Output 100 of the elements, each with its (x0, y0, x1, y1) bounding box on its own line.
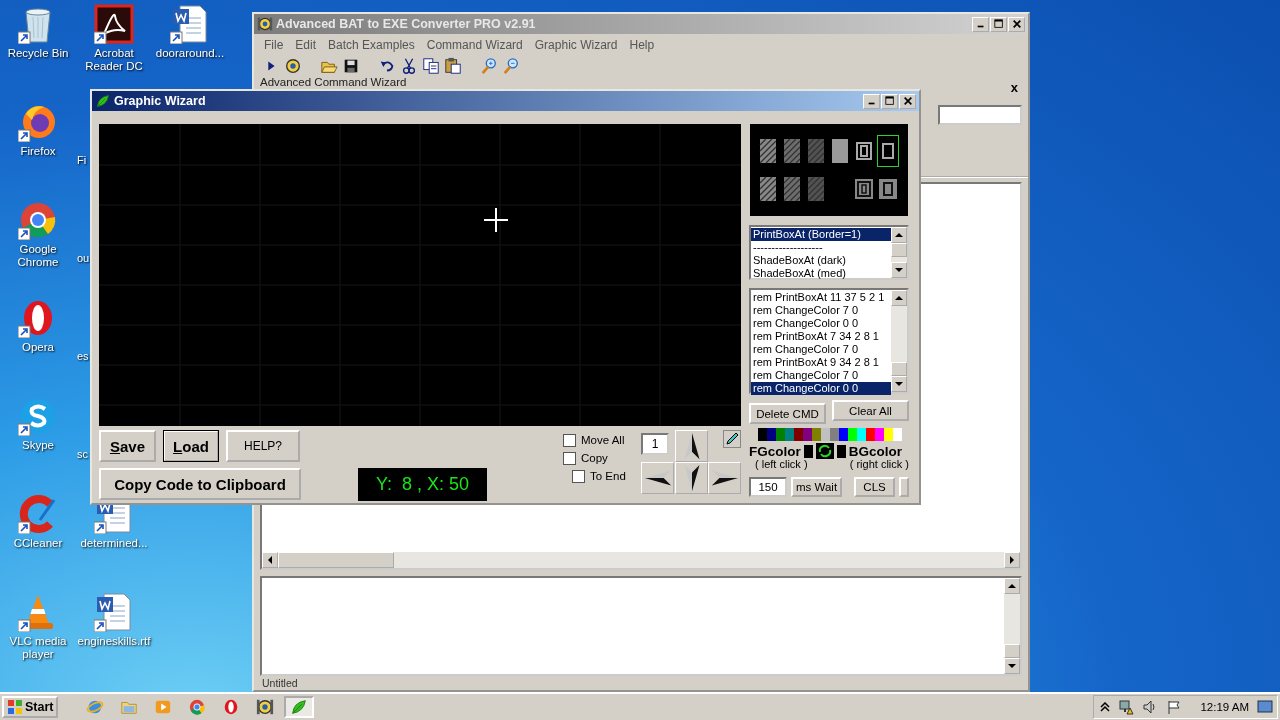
color-swatch[interactable] (758, 428, 767, 441)
scrollbar[interactable] (262, 552, 1020, 568)
maximize-button[interactable] (881, 93, 898, 109)
menu-item[interactable]: File (258, 38, 290, 52)
color-swatch[interactable] (803, 428, 812, 441)
output-box[interactable] (260, 576, 1022, 676)
color-swatch[interactable] (893, 428, 902, 441)
menu-item[interactable]: Edit (289, 38, 323, 52)
wait-field[interactable]: 150 (749, 477, 787, 497)
list-item[interactable]: rem PrintBoxAt 9 34 2 8 1 (751, 356, 891, 369)
help-button[interactable]: HELP? (226, 430, 300, 462)
box-style-icon[interactable] (758, 174, 778, 204)
up-arrow-icon[interactable] (1008, 584, 1016, 588)
close-button[interactable]: x (1010, 80, 1018, 95)
up-arrow-icon[interactable] (895, 233, 903, 237)
menu-item[interactable]: Command Wizard (420, 38, 529, 52)
clock[interactable]: 12:19 AM (1200, 701, 1249, 713)
scrollbar[interactable] (891, 290, 907, 392)
icon-label[interactable]: Firefox (20, 145, 56, 158)
color-swatch[interactable] (767, 428, 776, 441)
list-item[interactable]: PrintBoxAt (Border=1) (751, 228, 891, 241)
up-arrow-icon[interactable] (895, 296, 903, 300)
paste-icon[interactable] (444, 57, 462, 75)
command-list[interactable]: rem PrintBoxAt 11 37 5 2 1 rem ChangeColor 7 0 rem ChangeColor 0 0 rem PrintBoxAt 7 34 2 8 1 rem ChangeColor 7 0 rem PrintBoxAt 9 34 2 8 1 rem ChangeColor 7 0 rem ChangeColor 0 0 (749, 288, 909, 394)
scroll-thumb[interactable] (891, 243, 907, 257)
color-swatch[interactable] (875, 428, 884, 441)
color-swatch[interactable] (866, 428, 875, 441)
menu-item[interactable]: Help (623, 38, 661, 52)
network-icon[interactable] (1118, 699, 1135, 715)
save-button[interactable]: Save (99, 430, 156, 462)
list-item[interactable]: rem ChangeColor 7 0 (751, 343, 891, 356)
pencil-icon[interactable] (723, 430, 741, 448)
scroll-thumb[interactable] (278, 552, 394, 568)
minimize-button[interactable] (863, 93, 880, 109)
icon-label[interactable]: ou (77, 252, 90, 265)
zoom-out-icon[interactable] (502, 57, 520, 75)
list-item[interactable]: rem ChangeColor 7 0 (751, 369, 891, 382)
right-arrow-icon[interactable] (1010, 556, 1014, 564)
scissors-icon[interactable] (400, 57, 418, 75)
box-style-icon[interactable] (830, 136, 850, 166)
down-arrow-icon[interactable] (1008, 664, 1016, 668)
checkbox[interactable] (563, 433, 576, 447)
list-item[interactable]: ShadeBoxAt (med) (751, 267, 891, 280)
icon-label[interactable]: dooraround... (155, 47, 225, 60)
list-item[interactable]: ShadeBoxAt (dark) (751, 254, 891, 267)
menu-item[interactable]: Batch Examples (322, 38, 421, 52)
list-item[interactable]: rem PrintBoxAt 11 37 5 2 1 (751, 291, 891, 304)
icon-label[interactable]: Fi (77, 154, 87, 167)
list-item[interactable]: rem ChangeColor 0 0 (751, 382, 891, 395)
swap-icon[interactable] (815, 443, 834, 459)
copy-icon[interactable] (422, 57, 440, 75)
save-icon[interactable] (342, 57, 360, 75)
color-swatch[interactable] (785, 428, 794, 441)
box-style-icon[interactable] (782, 174, 802, 204)
color-swatch[interactable] (794, 428, 803, 441)
taskbar-button[interactable] (284, 696, 315, 718)
checkbox[interactable] (572, 469, 585, 483)
down-arrow-icon[interactable] (895, 382, 903, 386)
menu-item[interactable]: Graphic Wizard (528, 38, 624, 52)
color-swatch[interactable] (830, 428, 839, 441)
box-style-icon[interactable] (878, 136, 898, 166)
copy-code-button[interactable]: Copy Code to Clipboard (99, 468, 301, 500)
icon-label[interactable]: Recycle Bin (7, 47, 69, 60)
down-arrow-icon[interactable] (895, 268, 903, 272)
start-button[interactable]: Start (2, 696, 59, 718)
right-arrow-button[interactable] (708, 462, 741, 494)
color-swatch[interactable] (884, 428, 893, 441)
color-swatch[interactable] (812, 428, 821, 441)
chevron-icon[interactable] (1100, 702, 1111, 712)
input-field[interactable] (938, 105, 1022, 125)
command-type-list[interactable]: PrintBoxAt (Border=1) ------------------- ShadeBoxAt (dark) ShadeBoxAt (med) (749, 225, 909, 280)
icon-label[interactable]: Google Chrome (1, 243, 75, 269)
clear-all-button[interactable]: Clear All (832, 400, 909, 421)
color-swatch[interactable] (848, 428, 857, 441)
checkbox[interactable] (563, 451, 576, 465)
list-item[interactable]: ------------------- (751, 241, 891, 254)
list-item[interactable]: rem PrintBoxAt 7 34 2 8 1 (751, 330, 891, 343)
load-button[interactable]: Load (163, 430, 219, 462)
color-swatch[interactable] (821, 428, 830, 441)
box-style-icon[interactable] (758, 136, 778, 166)
scroll-thumb[interactable] (891, 362, 907, 376)
box-style-icon[interactable] (782, 136, 802, 166)
left-arrow-icon[interactable] (268, 556, 272, 564)
wait-button[interactable]: ms Wait (791, 477, 843, 497)
color-swatch[interactable] (857, 428, 866, 441)
gear-icon[interactable] (284, 57, 302, 75)
show-desktop-icon[interactable] (1257, 700, 1273, 714)
list-item[interactable]: rem ChangeColor 0 0 (751, 317, 891, 330)
cls-button[interactable]: CLS (854, 477, 895, 497)
up-arrow-button[interactable] (675, 430, 708, 462)
icon-label[interactable]: Acrobat Reader DC (77, 47, 151, 73)
scrollbar[interactable] (1004, 578, 1020, 674)
color-swatch[interactable] (776, 428, 785, 441)
down-arrow-button[interactable] (675, 462, 708, 494)
flag-icon[interactable] (1166, 699, 1183, 715)
icon-label[interactable]: Opera (22, 341, 54, 354)
list-item[interactable]: rem ChangeColor 7 0 (751, 304, 891, 317)
close-button[interactable] (899, 93, 916, 109)
color-swatch[interactable] (839, 428, 848, 441)
zoom-in-icon[interactable] (480, 57, 498, 75)
